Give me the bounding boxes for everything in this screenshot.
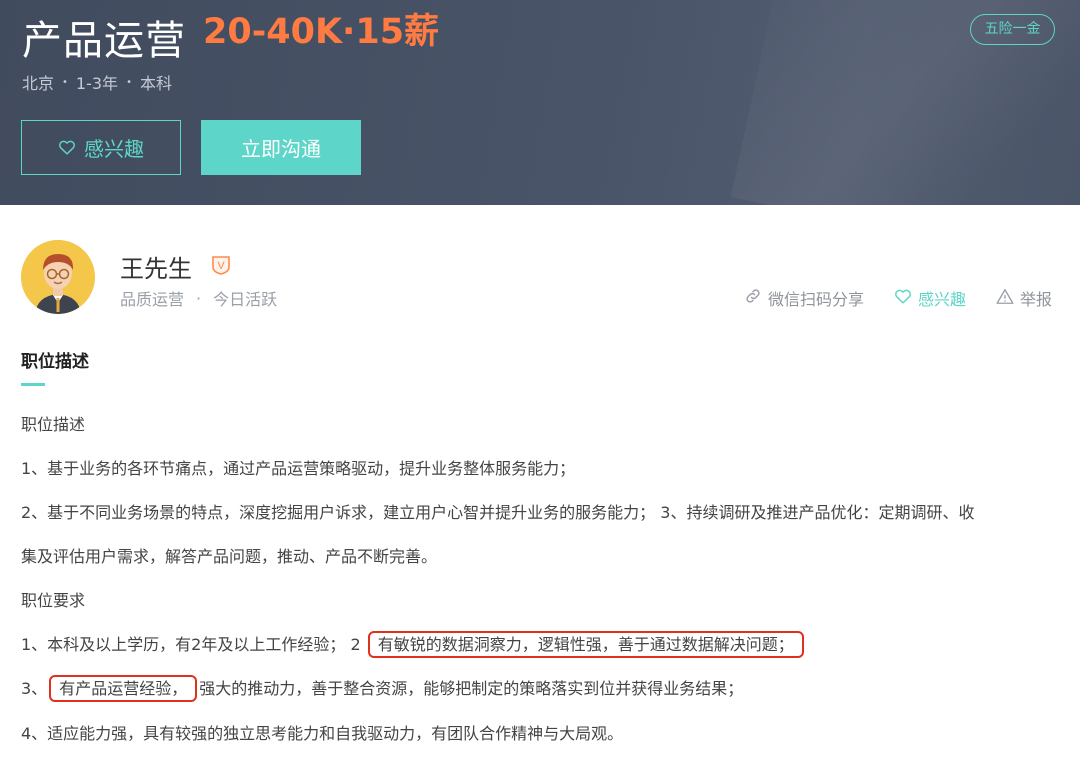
job-education: 本科 xyxy=(139,74,172,93)
job-title: 产品运营 xyxy=(22,18,186,64)
desc-line: 1、基于业务的各环节痛点，通过产品运营策略驱动，提升业务整体服务能力； xyxy=(21,459,576,478)
highlighted-requirement: 有产品运营经验， xyxy=(49,675,198,702)
desc-line: 2、基于不同业务场景的特点，深度挖掘用户诉求，建立用户心智并提升业务的服务能力；… xyxy=(21,503,975,522)
section-heading: 职位描述 xyxy=(21,352,89,372)
separator-dot: • xyxy=(62,76,68,88)
recruiter-role: 品质运营 xyxy=(120,290,185,309)
welfare-badge: 五险一金 xyxy=(970,14,1055,45)
job-meta: 北京 • 1-3年 • 本科 xyxy=(22,70,172,94)
requirement-line: 3、 有产品运营经验， 强大的推动力，善于整合资源，能够把制定的策略落实到位并获得业… xyxy=(21,674,1066,719)
requirement-line: 1、本科及以上学历，有2年及以上工作经验； 2 有敏锐的数据洞察力，逻辑性强，善… xyxy=(21,630,1066,674)
requirement-text: 1、本科及以上学历，有2年及以上工作经验； 2 xyxy=(21,635,361,654)
job-header: 产品运营 20-40K·15薪 五险一金 北京 • 1-3年 • 本科 感兴趣 … xyxy=(0,0,1080,205)
job-salary: 20-40K·15薪 xyxy=(203,12,440,52)
link-icon xyxy=(744,287,762,309)
job-actions: 微信扫码分享 感兴趣 举报 xyxy=(744,286,1052,310)
verified-icon: V xyxy=(210,254,232,276)
requirement-text: 3、 xyxy=(21,679,48,698)
avatar xyxy=(21,240,95,314)
job-location: 北京 xyxy=(22,74,55,93)
requirement-text: 强大的推动力，善于整合资源，能够把制定的策略落实到位并获得业务结果； xyxy=(199,679,744,698)
highlighted-requirement: 有敏锐的数据洞察力，逻辑性强，善于通过数据解决问题； xyxy=(367,631,804,658)
section-underline xyxy=(21,383,45,386)
interest-button-label: 感兴趣 xyxy=(84,137,144,161)
recruiter-info: 品质运营 · 今日活跃 xyxy=(120,286,277,310)
separator-dot: • xyxy=(126,76,132,88)
separator-dot: · xyxy=(196,288,202,308)
chat-now-button[interactable]: 立即沟通 xyxy=(201,120,361,175)
interest-link-label: 感兴趣 xyxy=(917,290,966,309)
share-button[interactable]: 微信扫码分享 xyxy=(744,286,864,310)
desc-line: 集及评估用户需求，解答产品问题，推动、产品不断完善。 xyxy=(21,547,438,566)
recruiter-status: 今日活跃 xyxy=(213,290,278,309)
interest-button[interactable]: 感兴趣 xyxy=(21,120,181,175)
job-experience: 1-3年 xyxy=(75,74,119,93)
job-description: 职位描述 1、基于业务的各环节痛点，通过产品运营策略驱动，提升业务整体服务能力；… xyxy=(21,410,1066,763)
share-label: 微信扫码分享 xyxy=(767,290,864,309)
requirement-line: 4、适应能力强，具有较强的独立思考能力和自我驱动力，有团队合作精神与大局观。 xyxy=(21,724,624,743)
heart-icon xyxy=(58,136,76,160)
report-button[interactable]: 举报 xyxy=(996,286,1052,310)
interest-link[interactable]: 感兴趣 xyxy=(894,286,966,310)
report-label: 举报 xyxy=(1019,290,1052,309)
desc-line: 职位描述 xyxy=(21,415,86,434)
warning-icon xyxy=(996,288,1014,309)
heart-icon xyxy=(894,288,912,308)
verified-badge-text: V xyxy=(217,260,225,272)
desc-line: 职位要求 xyxy=(21,591,86,610)
recruiter-name: 王先生 xyxy=(120,255,192,283)
